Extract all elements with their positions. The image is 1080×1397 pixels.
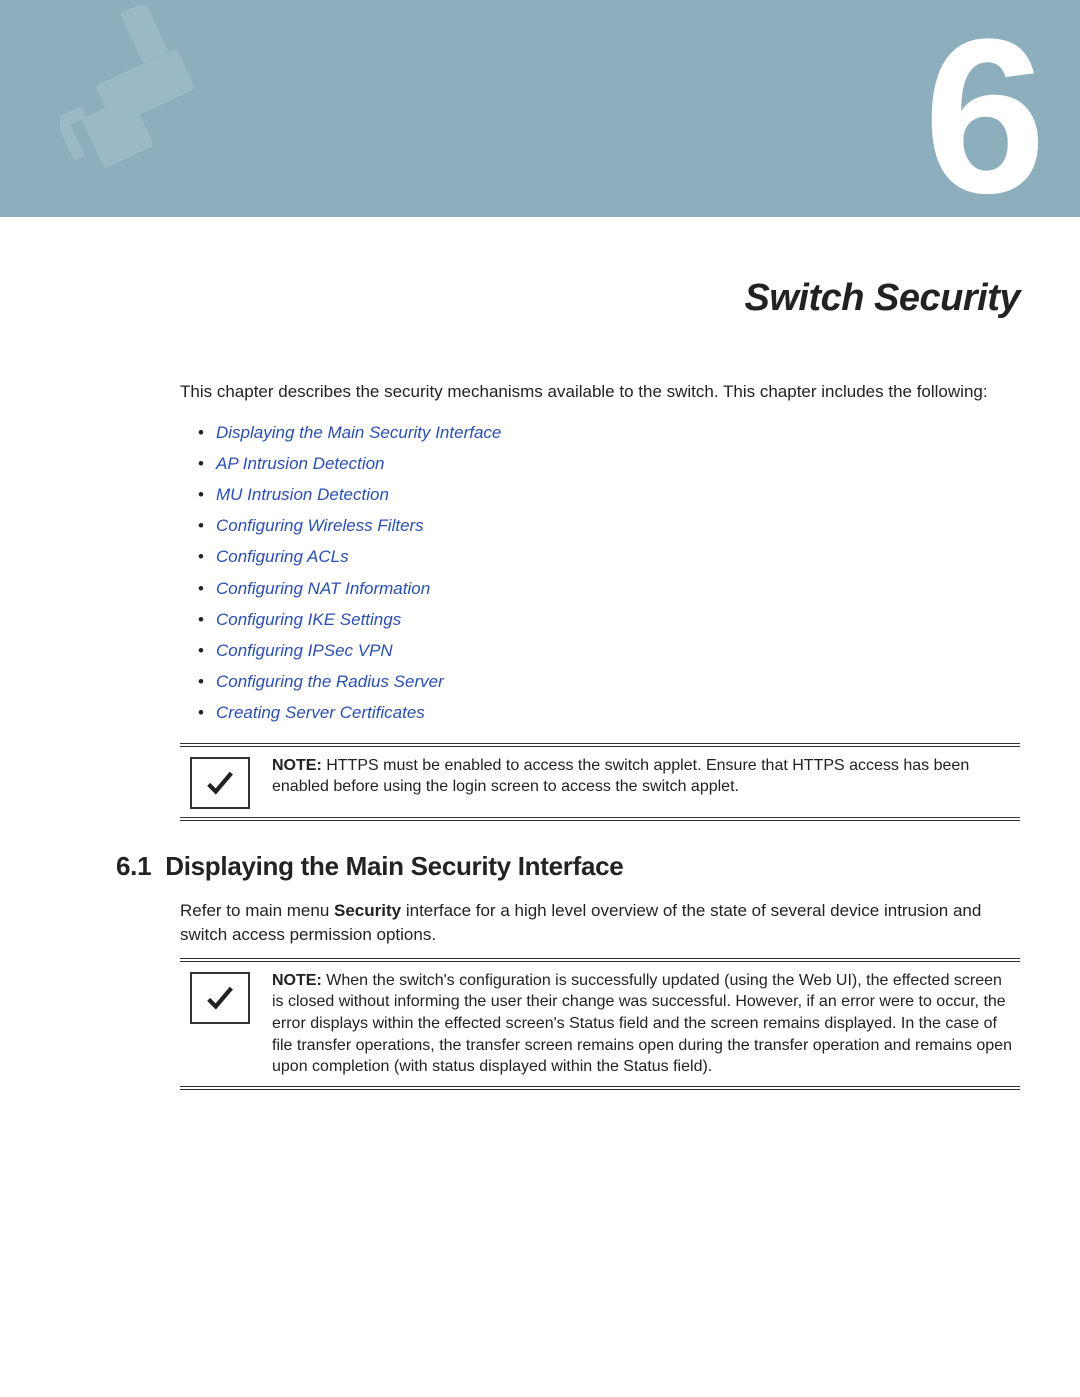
section-number: 6.1 <box>116 851 151 881</box>
section-title: Displaying the Main Security Interface <box>165 851 623 881</box>
toc-link[interactable]: Configuring the Radius Server <box>216 672 444 691</box>
chapter-number: 6 <box>924 0 1040 217</box>
toc-link[interactable]: Displaying the Main Security Interface <box>216 423 501 442</box>
toc-link[interactable]: Configuring NAT Information <box>216 579 430 598</box>
section-body: Refer to main menu Security interface fo… <box>180 899 1020 948</box>
toc-link[interactable]: AP Intrusion Detection <box>216 454 385 473</box>
checkmark-icon <box>190 972 250 1024</box>
chapter-intro: This chapter describes the security mech… <box>180 380 1020 405</box>
page-content: Switch Security This chapter describes t… <box>0 217 1080 1160</box>
chapter-title: Switch Security <box>180 277 1020 320</box>
body-text-bold: Security <box>334 901 401 920</box>
note-text: NOTE: When the switch's configuration is… <box>272 970 1020 1078</box>
toc-link[interactable]: MU Intrusion Detection <box>216 485 389 504</box>
body-text-pre: Refer to main menu <box>180 901 334 920</box>
note-callout: NOTE: HTTPS must be enabled to access th… <box>180 743 1020 821</box>
note-body: HTTPS must be enabled to access the swit… <box>272 757 969 796</box>
toc-link[interactable]: Configuring IKE Settings <box>216 610 401 629</box>
note-body: When the switch's configuration is succe… <box>272 972 1012 1075</box>
toc-link[interactable]: Configuring ACLs <box>216 547 349 566</box>
note-label: NOTE: <box>272 757 322 774</box>
chapter-banner: 6 <box>0 0 1080 217</box>
section-heading: 6.1 Displaying the Main Security Interfac… <box>116 851 1020 882</box>
toc-link[interactable]: Creating Server Certificates <box>216 703 425 722</box>
note-text: NOTE: HTTPS must be enabled to access th… <box>272 755 1020 798</box>
banner-decoration <box>60 5 240 205</box>
checkmark-icon <box>190 757 250 809</box>
toc-link[interactable]: Configuring Wireless Filters <box>216 516 424 535</box>
toc-link[interactable]: Configuring IPSec VPN <box>216 641 393 660</box>
note-label: NOTE: <box>272 972 322 989</box>
chapter-toc: Displaying the Main Security Interface A… <box>198 419 1020 727</box>
note-callout: NOTE: When the switch's configuration is… <box>180 958 1020 1090</box>
